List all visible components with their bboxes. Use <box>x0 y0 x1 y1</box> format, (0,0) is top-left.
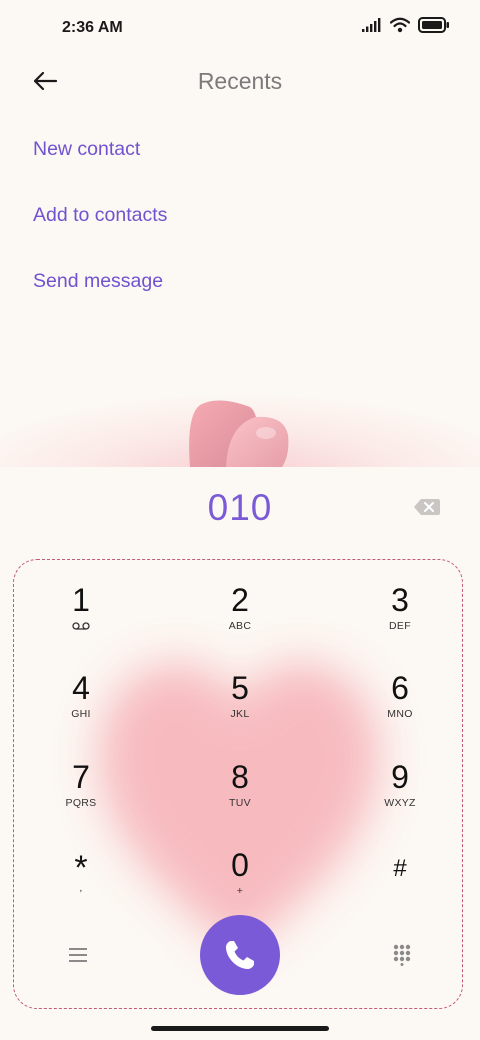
key-digit: 3 <box>391 582 409 618</box>
key-8[interactable]: 8 TUV <box>185 759 295 835</box>
key-digit: 5 <box>231 670 249 706</box>
key-letters: , <box>79 882 83 894</box>
key-5[interactable]: 5 JKL <box>185 670 295 746</box>
signal-icon <box>362 18 381 32</box>
send-message-link[interactable]: Send message <box>33 270 163 293</box>
key-9[interactable]: 9 WXYZ <box>345 759 455 835</box>
key-digit: 9 <box>391 759 409 795</box>
backspace-icon[interactable] <box>413 497 441 517</box>
status-time: 2:36 AM <box>62 19 123 36</box>
key-4[interactable]: 4 GHI <box>26 670 136 746</box>
key-star[interactable]: * , <box>26 850 136 926</box>
header: Recents <box>0 56 480 108</box>
add-to-contacts-link[interactable]: Add to contacts <box>33 204 167 227</box>
key-6[interactable]: 6 MNO <box>345 670 455 746</box>
new-contact-link[interactable]: New contact <box>33 138 140 161</box>
status-bar: 2:36 AM <box>0 0 480 56</box>
key-letters: MNO <box>387 708 413 720</box>
key-digit: 4 <box>72 670 90 706</box>
voicemail-icon <box>72 622 90 630</box>
call-button[interactable] <box>200 915 280 995</box>
wifi-icon <box>390 17 410 33</box>
key-letters: ABC <box>228 620 252 632</box>
menu-icon[interactable] <box>68 946 88 964</box>
key-digit: * <box>74 849 88 887</box>
key-letters: GHI <box>71 708 91 720</box>
decorative-artwork <box>0 355 480 467</box>
key-0[interactable]: 0 + <box>185 847 295 923</box>
key-letters: JKL <box>230 708 250 720</box>
key-1[interactable]: 1 <box>26 582 136 658</box>
key-digit: # <box>393 855 407 882</box>
key-3[interactable]: 3 DEF <box>345 582 455 658</box>
dialed-number: 010 <box>207 487 273 528</box>
dialpad-icon[interactable] <box>392 944 412 966</box>
status-icons <box>362 17 450 33</box>
key-letters: DEF <box>389 620 411 632</box>
key-letters: PQRS <box>65 797 97 809</box>
key-hash[interactable]: # <box>345 851 455 927</box>
key-digit: 8 <box>231 759 249 795</box>
page-title: Recents <box>197 68 283 94</box>
key-letters: + <box>236 885 244 897</box>
key-letters: WXYZ <box>384 797 416 809</box>
pink-bubble-art <box>189 400 289 467</box>
key-digit: 1 <box>72 582 90 618</box>
phone-icon <box>226 941 254 969</box>
key-7[interactable]: 7 PQRS <box>26 759 136 835</box>
home-indicator[interactable] <box>151 1026 329 1031</box>
key-digit: 6 <box>391 670 409 706</box>
battery-icon <box>418 17 449 33</box>
key-digit: 7 <box>72 759 90 795</box>
key-letters: TUV <box>229 797 251 809</box>
key-2[interactable]: 2 ABC <box>185 582 295 658</box>
key-digit: 2 <box>231 582 249 618</box>
key-digit: 0 <box>231 847 249 883</box>
